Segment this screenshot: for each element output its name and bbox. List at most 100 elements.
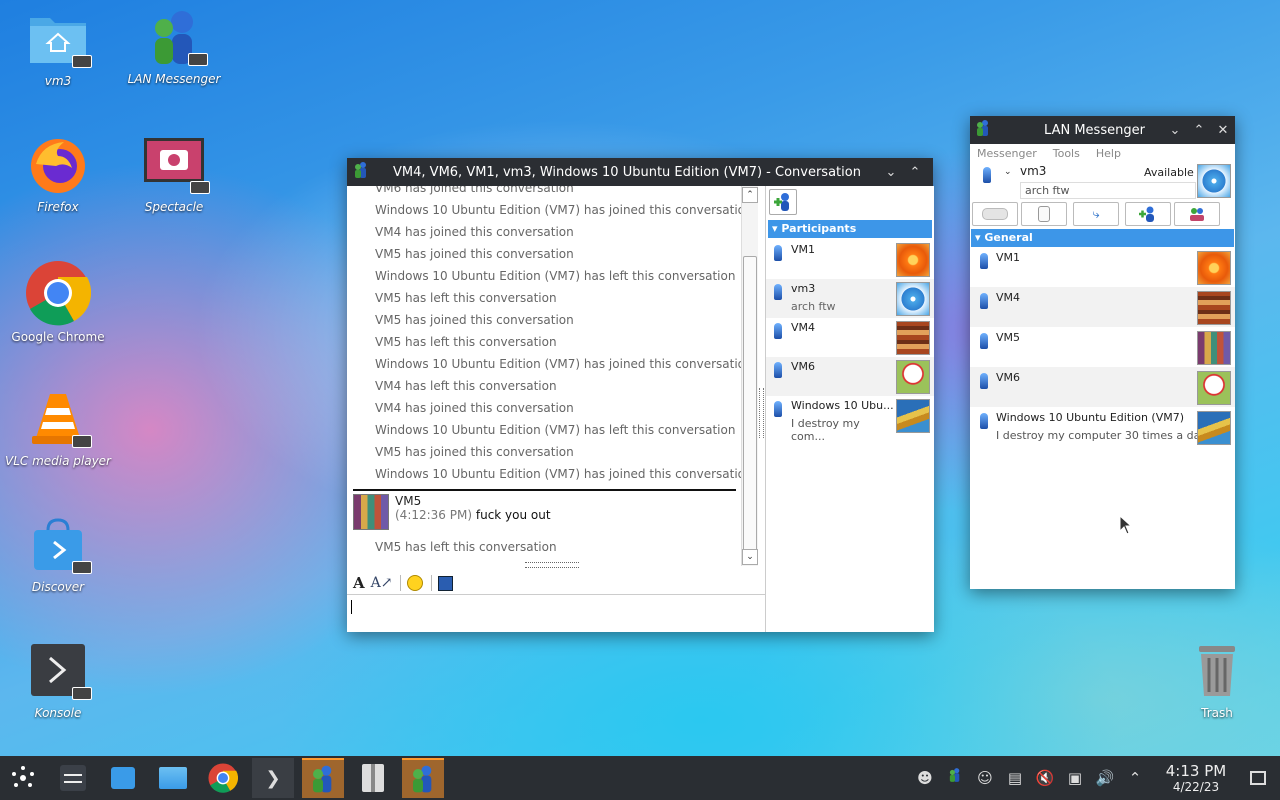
maximize-button[interactable]: ⌃ — [903, 165, 927, 180]
contact-item[interactable]: VM1 — [970, 247, 1235, 287]
network-icon[interactable]: ▣ — [1064, 767, 1086, 789]
message-scrollbar[interactable]: ⌃ ⌄ — [741, 186, 758, 566]
contact-name: VM4 — [996, 291, 1021, 304]
vertical-splitter[interactable] — [759, 388, 764, 438]
taskbar-system-settings[interactable] — [52, 758, 94, 798]
konsole-icon — [28, 642, 92, 702]
desktop-icon-lan-messenger[interactable]: LAN Messenger — [119, 8, 229, 86]
system-message: VM5 has left this conversation — [375, 291, 557, 305]
desktop-icon-spectacle[interactable]: Spectacle — [119, 136, 229, 214]
desktop-icon-vm3[interactable]: vm3 — [3, 10, 113, 88]
participant-avatar — [896, 282, 930, 316]
minimize-button[interactable]: ⌄ — [879, 165, 903, 180]
system-message: Windows 10 Ubuntu Edition (VM7) has left… — [375, 423, 736, 437]
contact-name: VM1 — [996, 251, 1021, 264]
users-icon[interactable]: ☺ — [974, 767, 996, 789]
show-desktop-button[interactable] — [1250, 771, 1266, 785]
minimize-button[interactable]: ⌄ — [1163, 123, 1187, 138]
desktop-icon-label: Trash — [1201, 706, 1233, 720]
participant-item[interactable]: VM1 — [766, 240, 934, 279]
contact-item[interactable]: VM5 — [970, 327, 1235, 367]
font-icon[interactable]: A — [353, 574, 365, 592]
taskbar-konsole[interactable]: ❯ — [252, 758, 294, 798]
taskbar: ❯ ☻ ☺ ▤ 🔇 ▣ 🔊 ⌃ 4:13 PM 4/22/23 — [0, 756, 1280, 800]
scrollbar-thumb[interactable] — [743, 256, 757, 558]
group-button[interactable] — [1174, 202, 1220, 226]
menu-help[interactable]: Help — [1096, 147, 1121, 160]
folder-icon — [159, 767, 187, 789]
desktop-icon-trash[interactable]: Trash — [1162, 642, 1272, 720]
user-avatar[interactable] — [1197, 164, 1231, 198]
taskbar-lan-messenger-conversation[interactable] — [302, 758, 344, 798]
user-state[interactable]: Available — [1144, 166, 1194, 179]
chevron-up-icon[interactable]: ⌃ — [1124, 767, 1146, 789]
scroll-up-button[interactable]: ⌃ — [742, 187, 758, 203]
taskbar-file-manager[interactable] — [152, 758, 194, 798]
add-participant-button[interactable] — [769, 189, 797, 215]
conversation-window: VM4, VM6, VM1, vm3, Windows 10 Ubuntu Ed… — [347, 158, 934, 632]
system-message: Windows 10 Ubuntu Edition (VM7) has join… — [375, 357, 742, 371]
muted-microphone-icon[interactable]: 🔇 — [1034, 767, 1056, 789]
message-input[interactable] — [347, 595, 766, 632]
separator — [431, 575, 433, 591]
group-header-general[interactable]: ▾ General — [971, 229, 1234, 247]
app-launcher-button[interactable] — [2, 758, 44, 798]
participant-item[interactable]: vm3 arch ftw — [766, 279, 934, 318]
smiley-icon[interactable] — [407, 575, 424, 591]
lan-messenger-window: LAN Messenger ⌄ ⌃ ✕ Messenger Tools Help… — [970, 116, 1235, 589]
participant-item[interactable]: VM6 — [766, 357, 934, 396]
menu-tools[interactable]: Tools — [1053, 147, 1080, 160]
participant-avatar — [896, 243, 930, 277]
close-button[interactable]: ✕ — [1211, 123, 1235, 138]
clipboard-icon[interactable]: ▤ — [1004, 767, 1026, 789]
taskbar-chrome[interactable] — [202, 758, 244, 798]
user-status-icon[interactable] — [983, 167, 991, 183]
taskbar-archive-manager[interactable] — [352, 758, 394, 798]
contact-item[interactable]: VM6 — [970, 367, 1235, 407]
add-contact-button[interactable] — [1125, 202, 1171, 226]
add-contact-icon — [774, 193, 789, 211]
participant-name: Windows 10 Ubu... — [791, 399, 894, 412]
taskbar-discover[interactable] — [102, 758, 144, 798]
status-dropdown-icon[interactable]: ⌄ — [1004, 167, 1012, 177]
broadcast-button[interactable]: ⤷ — [1073, 202, 1119, 226]
window-title: LAN Messenger — [1044, 122, 1145, 138]
desktop-icon-firefox[interactable]: Firefox — [3, 136, 113, 214]
participant-name: VM6 — [791, 360, 816, 373]
discover-bag-icon — [111, 767, 135, 789]
contact-item[interactable]: Windows 10 Ubuntu Edition (VM7) I destro… — [970, 407, 1235, 447]
lan-messenger-tray-icon[interactable] — [944, 767, 966, 789]
menu-bar: Messenger Tools Help — [970, 144, 1235, 162]
maximize-button[interactable]: ⌃ — [1187, 123, 1211, 138]
desktop-icon-vlc[interactable]: VLC media player — [3, 390, 113, 468]
chrome-icon — [208, 763, 238, 793]
contact-item[interactable]: VM4 — [970, 287, 1235, 327]
user-note-field[interactable]: arch ftw — [1020, 182, 1196, 199]
window-title: VM4, VM6, VM1, vm3, Windows 10 Ubuntu Ed… — [393, 164, 861, 180]
save-icon[interactable] — [438, 575, 454, 591]
lan-messenger-icon — [970, 119, 996, 141]
messenger-titlebar[interactable]: LAN Messenger ⌄ ⌃ ✕ — [970, 116, 1235, 144]
conversation-titlebar[interactable]: VM4, VM6, VM1, vm3, Windows 10 Ubuntu Ed… — [347, 158, 933, 186]
participant-item[interactable]: Windows 10 Ubu... I destroy my com... — [766, 396, 934, 443]
system-tray: ☻ ☺ ▤ 🔇 ▣ 🔊 ⌃ 4:13 PM 4/22/23 — [910, 756, 1280, 800]
desktop-icon-google-chrome[interactable]: Google Chrome — [3, 260, 113, 344]
font-color-icon[interactable]: A↗ — [371, 575, 393, 591]
user-profile: ⌄ vm3 Available arch ftw — [970, 162, 1235, 200]
volume-icon[interactable]: 🔊 — [1094, 767, 1116, 789]
splitter-handle[interactable] — [525, 562, 579, 568]
participants-header[interactable]: ▾ Participants — [768, 220, 932, 238]
desktop-icon-konsole[interactable]: Konsole — [3, 642, 113, 720]
file-transfer-button[interactable] — [1021, 202, 1067, 226]
clock[interactable]: 4:13 PM 4/22/23 — [1156, 762, 1236, 794]
scroll-down-button[interactable]: ⌄ — [742, 549, 758, 565]
desktop-icon-discover[interactable]: Discover — [3, 516, 113, 594]
participant-item[interactable]: VM4 — [766, 318, 934, 357]
user-icon[interactable]: ☻ — [914, 767, 936, 789]
chat-message: VM5 (4:12:36 PM) fuck you out — [353, 489, 736, 530]
user-status-icon — [774, 284, 782, 300]
menu-messenger[interactable]: Messenger — [977, 147, 1037, 160]
taskbar-lan-messenger[interactable] — [402, 758, 444, 798]
chat-room-button[interactable] — [972, 202, 1018, 226]
user-status-icon — [980, 413, 988, 429]
